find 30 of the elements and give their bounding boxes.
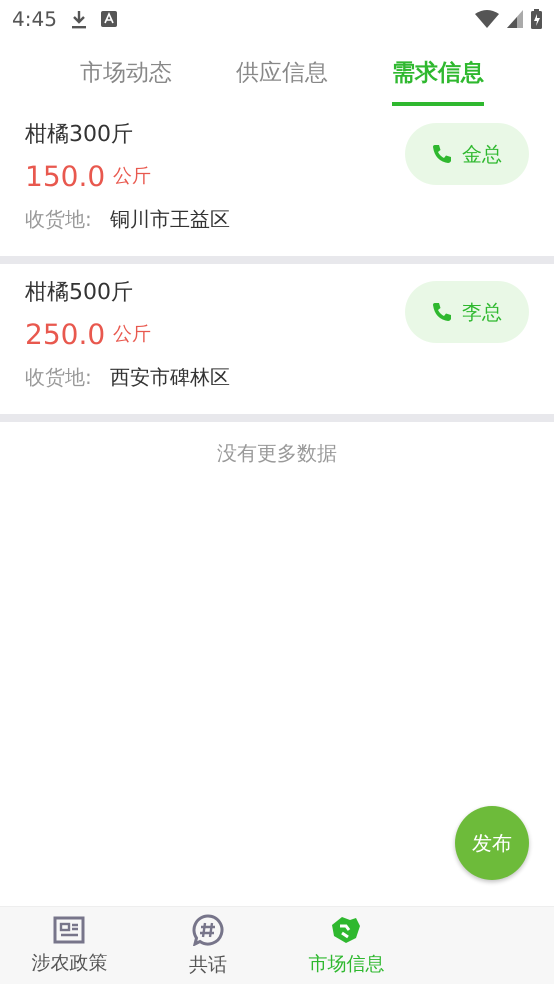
call-button[interactable]: 李总 [405, 281, 529, 343]
tab[interactable]: 供应信息 [236, 38, 328, 106]
newspaper-icon [53, 916, 86, 944]
price: 150.0 [25, 160, 106, 192]
call-button[interactable]: 金总 [405, 123, 529, 185]
address-label: 收货地: [25, 364, 92, 390]
product-title: 柑橘500斤 [25, 279, 134, 307]
clock-time: 4:45 [12, 7, 57, 31]
nav-item[interactable]: 涉农政策 [0, 907, 138, 984]
price-unit: 公斤 [113, 322, 152, 347]
battery-icon [531, 9, 542, 29]
keyboard-icon [100, 11, 117, 27]
address: 铜川市王益区 [110, 206, 230, 232]
signal-icon [507, 10, 523, 28]
publish-button[interactable]: 发布 [455, 806, 529, 880]
address-label: 收货地: [25, 206, 92, 232]
price: 250.0 [25, 318, 106, 350]
nav-item[interactable]: 市场信息 [277, 907, 416, 984]
phone-icon [432, 144, 452, 164]
price-unit: 公斤 [113, 164, 152, 189]
tab[interactable]: 市场动态 [80, 38, 172, 106]
hashtag-chat-icon [192, 914, 224, 946]
end-of-list-note: 没有更多数据 [217, 441, 337, 465]
phone-icon [432, 302, 452, 322]
download-icon [70, 9, 87, 29]
nav-item[interactable]: 共话 [138, 907, 277, 984]
tab[interactable]: 需求信息 [392, 38, 484, 106]
address: 西安市碑林区 [110, 364, 230, 390]
product-title: 柑橘300斤 [25, 121, 134, 149]
wifi-icon [475, 10, 499, 28]
